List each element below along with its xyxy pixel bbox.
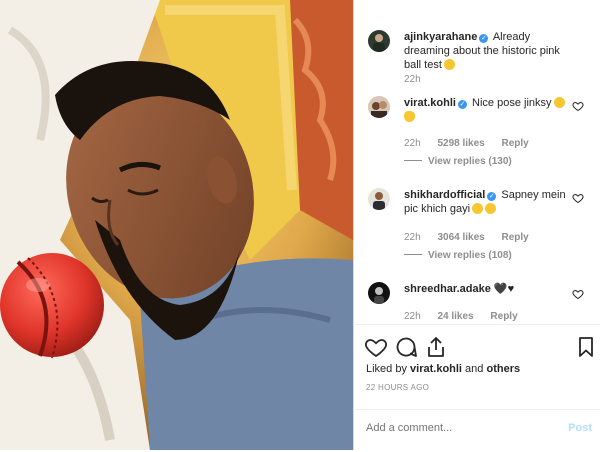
liked-by-prefix: Liked by <box>366 363 411 375</box>
liked-by-others[interactable]: others <box>486 363 520 375</box>
comment-time: 22h <box>404 311 421 322</box>
comments-panel: ajinkyarahane ✓ Already dreaming about th… <box>353 0 600 450</box>
comment-time: 22h <box>404 232 421 243</box>
heart-icon[interactable] <box>572 288 584 300</box>
hand-emoji-icon <box>404 111 415 122</box>
comment-likes[interactable]: 24 likes <box>437 311 473 322</box>
comment-username[interactable]: shreedhar.adake <box>404 283 491 295</box>
avatar[interactable] <box>368 96 390 118</box>
view-replies-button[interactable]: View replies (108) <box>404 250 512 261</box>
avatar[interactable] <box>368 282 390 304</box>
comment-icon[interactable] <box>394 335 418 359</box>
share-icon[interactable] <box>424 335 448 359</box>
verified-badge-icon: ✓ <box>457 100 467 109</box>
caption-username[interactable]: ajinkyarahane <box>404 31 477 43</box>
comment-username[interactable]: shikhardofficial <box>404 189 485 201</box>
view-replies-button[interactable]: View replies (130) <box>404 156 512 167</box>
avatar-image <box>371 101 387 118</box>
comments-list[interactable]: ajinkyarahane ✓ Already dreaming about th… <box>354 0 600 324</box>
bookmark-icon[interactable] <box>574 335 598 359</box>
comment-meta: 22h 24 likes Reply <box>404 311 532 322</box>
liked-by-user[interactable]: virat.kohli <box>410 363 462 375</box>
instagram-post: ajinkyarahane ✓ Already dreaming about th… <box>0 0 600 450</box>
view-replies-label: View replies (108) <box>428 250 512 261</box>
grin-emoji-icon <box>553 97 565 108</box>
comment-time: 22h <box>404 138 421 149</box>
caption-text: ajinkyarahane ✓ Already dreaming about th… <box>404 30 566 72</box>
caption-time: 22h <box>404 74 421 85</box>
comment-meta: 22h 3064 likes Reply <box>404 232 543 243</box>
avatar-image <box>373 192 385 210</box>
post-actions: Liked by virat.kohli and others 22 HOURS… <box>354 324 600 451</box>
view-replies-label: View replies (130) <box>428 156 512 167</box>
avatar-image <box>373 34 385 52</box>
reply-button[interactable]: Reply <box>502 138 529 149</box>
liked-by: Liked by virat.kohli and others <box>366 363 520 375</box>
comment-body: Nice pose jinksy <box>472 97 552 109</box>
avatar[interactable] <box>368 188 390 210</box>
comment-text: shikhardofficial ✓ Sapney mein pic khich … <box>404 188 566 216</box>
comment-likes[interactable]: 3064 likes <box>437 232 484 243</box>
avatar[interactable] <box>368 30 390 52</box>
post-photo-illustration <box>0 0 353 450</box>
comment-username[interactable]: virat.kohli <box>404 97 456 109</box>
thinking-emoji-icon <box>485 203 497 214</box>
caption-meta: 22h <box>404 74 435 85</box>
liked-by-middle: and <box>462 363 487 375</box>
reply-button[interactable]: Reply <box>502 232 529 243</box>
verified-badge-icon: ✓ <box>487 192 497 201</box>
comment-body: 🖤♥ <box>493 283 515 295</box>
divider <box>404 160 422 161</box>
thinking-emoji-icon <box>472 203 484 214</box>
comment-meta: 22h 5298 likes Reply <box>404 138 543 149</box>
divider <box>404 254 422 255</box>
comment-text: virat.kohli ✓ Nice pose jinksy <box>404 96 566 124</box>
verified-badge-icon: ✓ <box>479 34 489 43</box>
avatar-image <box>374 287 384 304</box>
comment-text: shreedhar.adake 🖤♥ <box>404 282 566 296</box>
like-heart-icon[interactable] <box>364 335 388 359</box>
post-timestamp[interactable]: 22 HOURS AGO <box>366 383 429 392</box>
reply-button[interactable]: Reply <box>490 311 517 322</box>
heart-icon[interactable] <box>572 100 584 112</box>
post-button[interactable]: Post <box>568 422 592 434</box>
smile-emoji-icon <box>443 59 455 70</box>
post-photo[interactable] <box>0 0 353 450</box>
heart-icon[interactable] <box>572 192 584 204</box>
add-comment-row: Post <box>354 409 600 452</box>
comment-likes[interactable]: 5298 likes <box>437 138 484 149</box>
add-comment-input[interactable] <box>366 422 546 434</box>
